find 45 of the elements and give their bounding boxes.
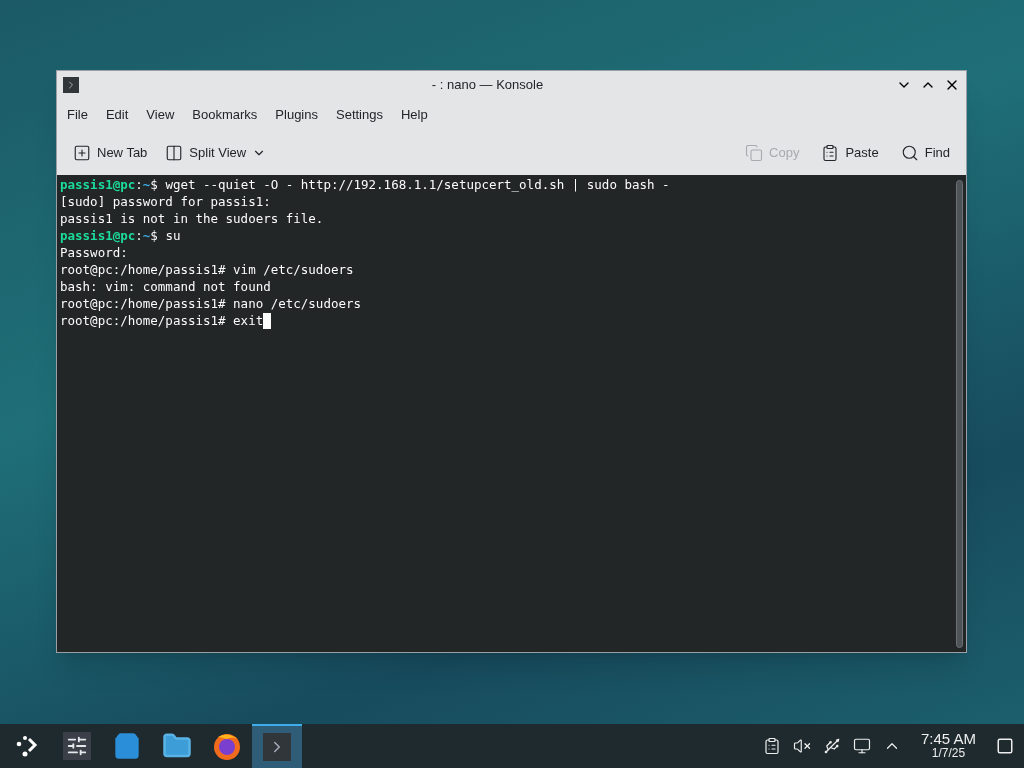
browser-icon <box>212 731 242 761</box>
toolbar-button[interactable]: New Tab <box>67 143 154 163</box>
terminal-text: passis1@pc <box>60 176 136 193</box>
menu-item[interactable]: Help <box>392 105 436 125</box>
terminal-icon <box>263 733 291 761</box>
toolbar-button[interactable]: Find <box>894 143 956 163</box>
terminal-text: ~ <box>142 227 151 244</box>
terminal-text: root@pc:/home/passis1# vim /etc/sudoers <box>60 261 354 278</box>
monitor-icon[interactable] <box>852 737 871 755</box>
terminal-text: $ su <box>150 227 181 244</box>
toolbar-button[interactable]: Split View <box>159 143 273 163</box>
menu-item[interactable]: View <box>138 105 183 125</box>
clipboard-icon[interactable] <box>762 737 781 755</box>
terminal-text: root@pc:/home/passis1# exit <box>60 312 264 329</box>
terminal-text: : <box>135 227 143 244</box>
columns-icon <box>165 144 184 162</box>
terminal-text: Password: <box>60 244 128 261</box>
launcher-icon <box>14 733 40 759</box>
clipboard-icon <box>821 144 840 162</box>
terminal-text: bash: vim: command not found <box>60 278 271 295</box>
app-icon <box>63 77 79 93</box>
scrollbar[interactable] <box>955 180 963 648</box>
toolbar-button[interactable]: Paste <box>815 143 885 163</box>
terminal-text: : <box>135 176 143 193</box>
menu-item[interactable]: Bookmarks <box>184 105 266 125</box>
window-title: - : nano — Konsole <box>430 76 545 95</box>
terminal-text: ~ <box>142 176 151 193</box>
speaker-muted-icon[interactable] <box>792 737 811 755</box>
search-icon <box>900 144 919 162</box>
settings-icon <box>63 732 91 760</box>
terminal-text: root@pc:/home/passis1# nano /etc/sudoers <box>60 295 362 312</box>
usb-icon[interactable] <box>822 737 841 755</box>
menu-item[interactable]: File <box>59 105 96 125</box>
new-tab-icon <box>73 144 91 162</box>
clock-date: 1/7/25 <box>931 746 966 761</box>
copy-icon <box>745 144 764 162</box>
menu-item[interactable]: Plugins <box>267 105 326 125</box>
clock-time: 7:45 AM <box>920 731 976 746</box>
terminal-text: passis1@pc <box>60 227 136 244</box>
menu-item[interactable]: Settings <box>328 105 391 125</box>
terminal-text: $ wget --quiet -O - http://192.168.1.1/setupcert_old.sh | sudo bash - <box>150 176 670 193</box>
terminal-text: [sudo] password for passis1: <box>60 193 271 210</box>
terminal-text: passis1 is not in the sudoers file. <box>60 210 324 227</box>
show-desktop-icon[interactable] <box>996 737 1014 755</box>
menu-item[interactable]: Edit <box>97 105 137 125</box>
